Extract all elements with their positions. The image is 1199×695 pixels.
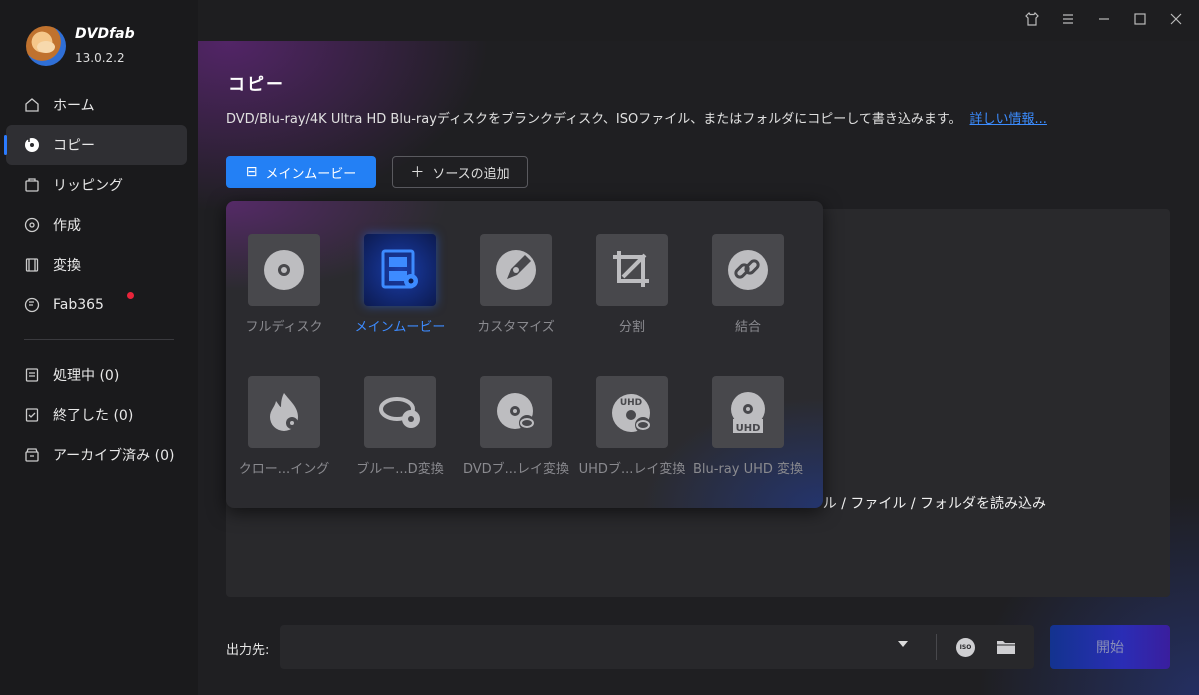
finished-icon	[24, 407, 40, 423]
mode-label: カスタマイズ	[477, 320, 555, 335]
mode-merge[interactable]: 結合	[690, 234, 806, 344]
drop-hint: ル / ファイル / フォルダを読み込み	[822, 496, 1046, 512]
mode-label: 分割	[618, 320, 645, 335]
page-description: DVD/Blu-ray/4K Ultra HD Blu-rayディスクをブランク…	[226, 108, 1047, 127]
sidebar-item-label: 終了した (0)	[53, 408, 134, 424]
mode-label: クロー...イング	[238, 462, 330, 477]
sidebar-item-creator[interactable]: 作成	[6, 205, 187, 245]
chevron-down-icon[interactable]	[898, 641, 908, 647]
bluray-to-uhd-icon: UHD	[712, 376, 784, 448]
mode-label: DVDブ...レイ変換	[462, 462, 570, 477]
sidebar-divider	[24, 339, 174, 340]
start-button[interactable]: 開始	[1050, 625, 1170, 669]
minimize-icon[interactable]	[1095, 10, 1113, 28]
main-movie-mode-button[interactable]: ⊟ メインムービー	[226, 156, 376, 188]
output-label: 出力先:	[226, 643, 270, 658]
sidebar-item-label: コピー	[53, 138, 95, 154]
customize-icon	[480, 234, 552, 306]
sidebar: DVDfab 13.0.2.2 ホーム コピー リッピング 作成 変換 Fab3…	[0, 0, 198, 695]
mode-bluray-to-uhd[interactable]: UHD Blu-ray UHD 変換	[690, 376, 806, 486]
home-icon	[24, 97, 40, 113]
sidebar-item-copy[interactable]: コピー	[4, 125, 187, 165]
sidebar-item-label: 処理中 (0)	[53, 368, 120, 384]
mode-split[interactable]: 分割	[574, 234, 690, 344]
close-icon[interactable]	[1167, 10, 1185, 28]
fab365-icon	[24, 297, 40, 313]
sidebar-item-finished[interactable]: 終了した (0)	[6, 395, 187, 435]
sidebar-item-ripper[interactable]: リッピング	[6, 165, 187, 205]
sidebar-item-fab365[interactable]: Fab365	[6, 285, 187, 325]
sidebar-item-home[interactable]: ホーム	[6, 85, 187, 125]
sidebar-item-label: ホーム	[53, 98, 95, 114]
mode-label: 結合	[734, 320, 761, 335]
plus-icon: ＋	[410, 165, 425, 181]
sidebar-item-label: 作成	[53, 218, 81, 234]
sidebar-item-label: Fab365	[53, 297, 104, 313]
svg-text:UHD: UHD	[736, 423, 761, 434]
creator-icon	[24, 217, 40, 233]
copy-disc-icon	[24, 137, 40, 153]
iso-output-button[interactable]: ISO	[956, 638, 975, 657]
sidebar-item-label: 変換	[53, 258, 81, 274]
skin-icon[interactable]	[1023, 10, 1041, 28]
sidebar-item-converter[interactable]: 変換	[6, 245, 187, 285]
sidebar-item-label: アーカイブ済み (0)	[53, 448, 175, 464]
app-name: DVDfab	[75, 26, 135, 42]
full-disc-icon	[248, 234, 320, 306]
output-separator	[936, 634, 937, 660]
mode-label: フルディスク	[245, 320, 323, 335]
archive-icon	[24, 447, 40, 463]
mode-bluray-to-dvd[interactable]: ブルー...D変換	[342, 376, 458, 486]
mode-full-disc[interactable]: フルディスク	[226, 234, 342, 344]
more-info-link[interactable]: 詳しい情報...	[970, 112, 1047, 127]
maximize-icon[interactable]	[1131, 10, 1149, 28]
dvdfab-logo	[26, 26, 66, 66]
folder-icon[interactable]	[996, 638, 1016, 656]
converter-icon	[24, 257, 40, 273]
uhd-to-bluray-icon: UHD	[596, 376, 668, 448]
merge-icon	[712, 234, 784, 306]
notification-dot	[127, 292, 134, 299]
mode-label: ブルー...D変換	[356, 462, 444, 477]
mode-uhd-to-bluray[interactable]: UHD UHDブ...レイ変換	[574, 376, 690, 486]
copy-mode-panel: フルディスク メインムービー カスタマイズ 分割 結合 クロー...イング ブル…	[226, 201, 823, 508]
menu-icon[interactable]	[1059, 10, 1077, 28]
mode-clone-burn[interactable]: クロー...イング	[226, 376, 342, 486]
main-panel: コピー DVD/Blu-ray/4K Ultra HD Blu-rayディスクを…	[198, 41, 1199, 695]
dvd-to-bluray-icon	[480, 376, 552, 448]
mode-label: メインムービー	[354, 320, 446, 335]
page-title: コピー	[228, 75, 285, 95]
app-version: 13.0.2.2	[75, 51, 125, 65]
processing-icon	[24, 367, 40, 383]
mode-label: UHDブ...レイ変換	[578, 462, 686, 477]
add-source-label: ソースの追加	[432, 166, 510, 182]
mode-switch-icon: ⊟	[245, 164, 258, 180]
mode-button-label: メインムービー	[265, 166, 357, 182]
sidebar-item-archived[interactable]: アーカイブ済み (0)	[6, 435, 187, 475]
clone-burn-icon	[248, 376, 320, 448]
main-movie-icon	[364, 234, 436, 306]
bluray-to-dvd-icon	[364, 376, 436, 448]
mode-main-movie[interactable]: メインムービー	[342, 234, 458, 344]
mode-customize[interactable]: カスタマイズ	[458, 234, 574, 344]
sidebar-item-processing[interactable]: 処理中 (0)	[6, 355, 187, 395]
description-text: DVD/Blu-ray/4K Ultra HD Blu-rayディスクをブランク…	[226, 112, 962, 127]
svg-text:UHD: UHD	[620, 398, 642, 408]
output-path-select[interactable]	[280, 625, 1034, 669]
mode-dvd-to-bluray[interactable]: DVDブ...レイ変換	[458, 376, 574, 486]
sidebar-item-label: リッピング	[53, 178, 123, 194]
ripper-icon	[24, 177, 40, 193]
add-source-button[interactable]: ＋ ソースの追加	[392, 156, 528, 188]
split-icon	[596, 234, 668, 306]
mode-label: Blu-ray UHD 変換	[692, 462, 804, 477]
